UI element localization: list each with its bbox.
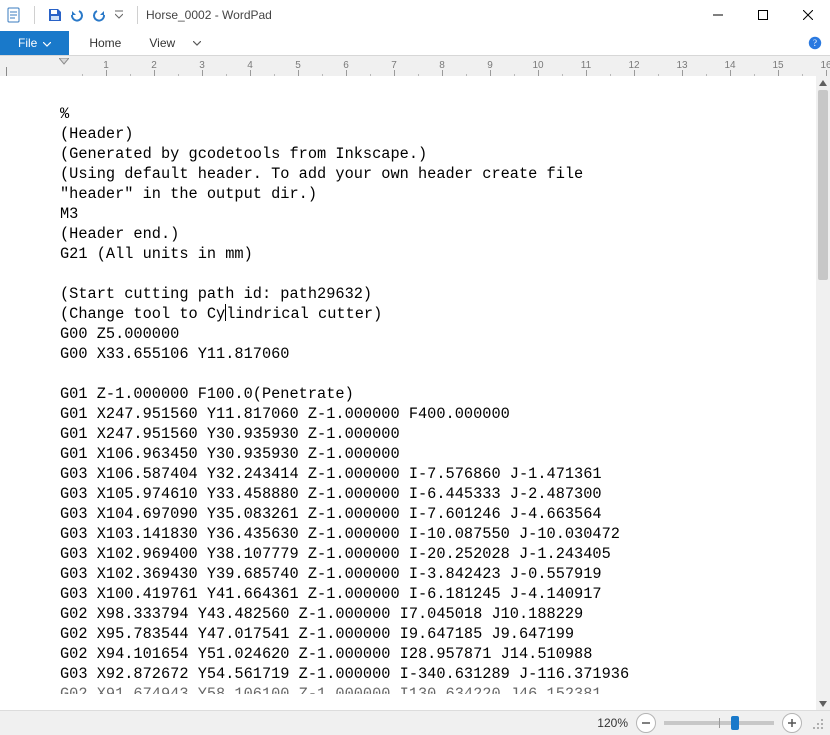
maximize-button[interactable]	[740, 0, 785, 30]
minimize-button[interactable]	[695, 0, 740, 30]
document-line[interactable]: G03 X104.697090 Y35.083261 Z-1.000000 I-…	[60, 504, 820, 524]
svg-text:?: ?	[813, 38, 817, 48]
document-line[interactable]: G02 X94.101654 Y51.024620 Z-1.000000 I28…	[60, 644, 820, 664]
scrollbar-down-arrow-icon[interactable]	[816, 697, 830, 711]
scrollbar-thumb[interactable]	[818, 90, 828, 280]
document-line[interactable]: G03 X105.974610 Y33.458880 Z-1.000000 I-…	[60, 484, 820, 504]
help-icon[interactable]: ?	[800, 31, 830, 55]
document-line[interactable]: G21 (All units in mm)	[60, 244, 820, 264]
document-line[interactable]: G01 X247.951560 Y11.817060 Z-1.000000 F4…	[60, 404, 820, 424]
status-bar: 120%	[0, 710, 830, 735]
save-icon[interactable]	[47, 7, 63, 23]
document-line[interactable]: M3	[60, 204, 820, 224]
redo-icon[interactable]	[91, 7, 107, 23]
document-text[interactable]: %(Header)(Generated by gcodetools from I…	[0, 76, 830, 704]
document-line[interactable]: G02 X95.783544 Y47.017541 Z-1.000000 I9.…	[60, 624, 820, 644]
document-line[interactable]: G01 Z-1.000000 F100.0(Penetrate)	[60, 384, 820, 404]
qat-separator	[34, 6, 35, 24]
document-line[interactable]: G02 X98.333794 Y43.482560 Z-1.000000 I7.…	[60, 604, 820, 624]
document-line[interactable]: G00 X33.655106 Y11.817060	[60, 344, 820, 364]
title-bar: Horse_0002 - WordPad	[0, 0, 830, 31]
ribbon-collapse-caret-icon[interactable]	[189, 31, 211, 55]
document-line[interactable]: (Generated by gcodetools from Inkscape.)	[60, 144, 820, 164]
document-line[interactable]: "header" in the output dir.)	[60, 184, 820, 204]
document-line[interactable]: G03 X102.969400 Y38.107779 Z-1.000000 I-…	[60, 544, 820, 564]
document-line[interactable]: %	[60, 104, 820, 124]
qat-customize-chevron-icon[interactable]	[113, 7, 125, 23]
zoom-slider[interactable]	[664, 721, 774, 725]
document-line[interactable]: G03 X103.141830 Y36.435630 Z-1.000000 I-…	[60, 524, 820, 544]
tab-home[interactable]: Home	[75, 31, 135, 55]
document-line[interactable]: (Header)	[60, 124, 820, 144]
document-line[interactable]: G00 Z5.000000	[60, 324, 820, 344]
document-line[interactable]: (Change tool to Cylindrical cutter)	[60, 304, 820, 324]
scrollbar-track[interactable]	[816, 90, 830, 697]
undo-icon[interactable]	[69, 7, 85, 23]
quick-access-toolbar	[0, 6, 144, 24]
file-tab-caret-icon	[43, 36, 51, 50]
file-tab[interactable]: File	[0, 31, 69, 55]
zoom-label: 120%	[597, 716, 628, 730]
tab-view[interactable]: View	[135, 31, 189, 55]
document-line[interactable]: G01 X247.951560 Y30.935930 Z-1.000000	[60, 424, 820, 444]
close-button[interactable]	[785, 0, 830, 30]
qat-separator-2	[137, 6, 138, 24]
vertical-scrollbar[interactable]	[816, 76, 830, 711]
window-title: Horse_0002 - WordPad	[146, 8, 272, 22]
ribbon-tabs: File HomeView ?	[0, 31, 830, 56]
zoom-out-button[interactable]	[636, 713, 656, 733]
resize-grip-icon[interactable]	[810, 716, 824, 730]
zoom-slider-midpoint	[719, 718, 720, 728]
document-area[interactable]: %(Header)(Generated by gcodetools from I…	[0, 76, 830, 711]
file-tab-label: File	[18, 36, 37, 50]
document-line[interactable]: (Header end.)	[60, 224, 820, 244]
wordpad-app-icon	[6, 7, 22, 23]
document-line[interactable]	[60, 364, 820, 384]
document-line[interactable]: G01 X106.963450 Y30.935930 Z-1.000000	[60, 444, 820, 464]
document-line[interactable]: G03 X100.419761 Y41.664361 Z-1.000000 I-…	[60, 584, 820, 604]
document-line[interactable]: (Start cutting path id: path29632)	[60, 284, 820, 304]
document-line[interactable]	[60, 264, 820, 284]
document-line[interactable]: G03 X106.587404 Y32.243414 Z-1.000000 I-…	[60, 464, 820, 484]
document-line[interactable]: (Using default header. To add your own h…	[60, 164, 820, 184]
scrollbar-up-arrow-icon[interactable]	[816, 76, 830, 90]
ruler-indent-marker-icon[interactable]	[59, 58, 69, 71]
document-line[interactable]: G02 X91.674943 Y58.106100 Z-1.000000 I13…	[60, 684, 820, 694]
zoom-in-button[interactable]	[782, 713, 802, 733]
document-line[interactable]: G03 X92.872672 Y54.561719 Z-1.000000 I-3…	[60, 664, 820, 684]
zoom-slider-knob[interactable]	[731, 716, 739, 730]
document-line[interactable]: G03 X102.369430 Y39.685740 Z-1.000000 I-…	[60, 564, 820, 584]
